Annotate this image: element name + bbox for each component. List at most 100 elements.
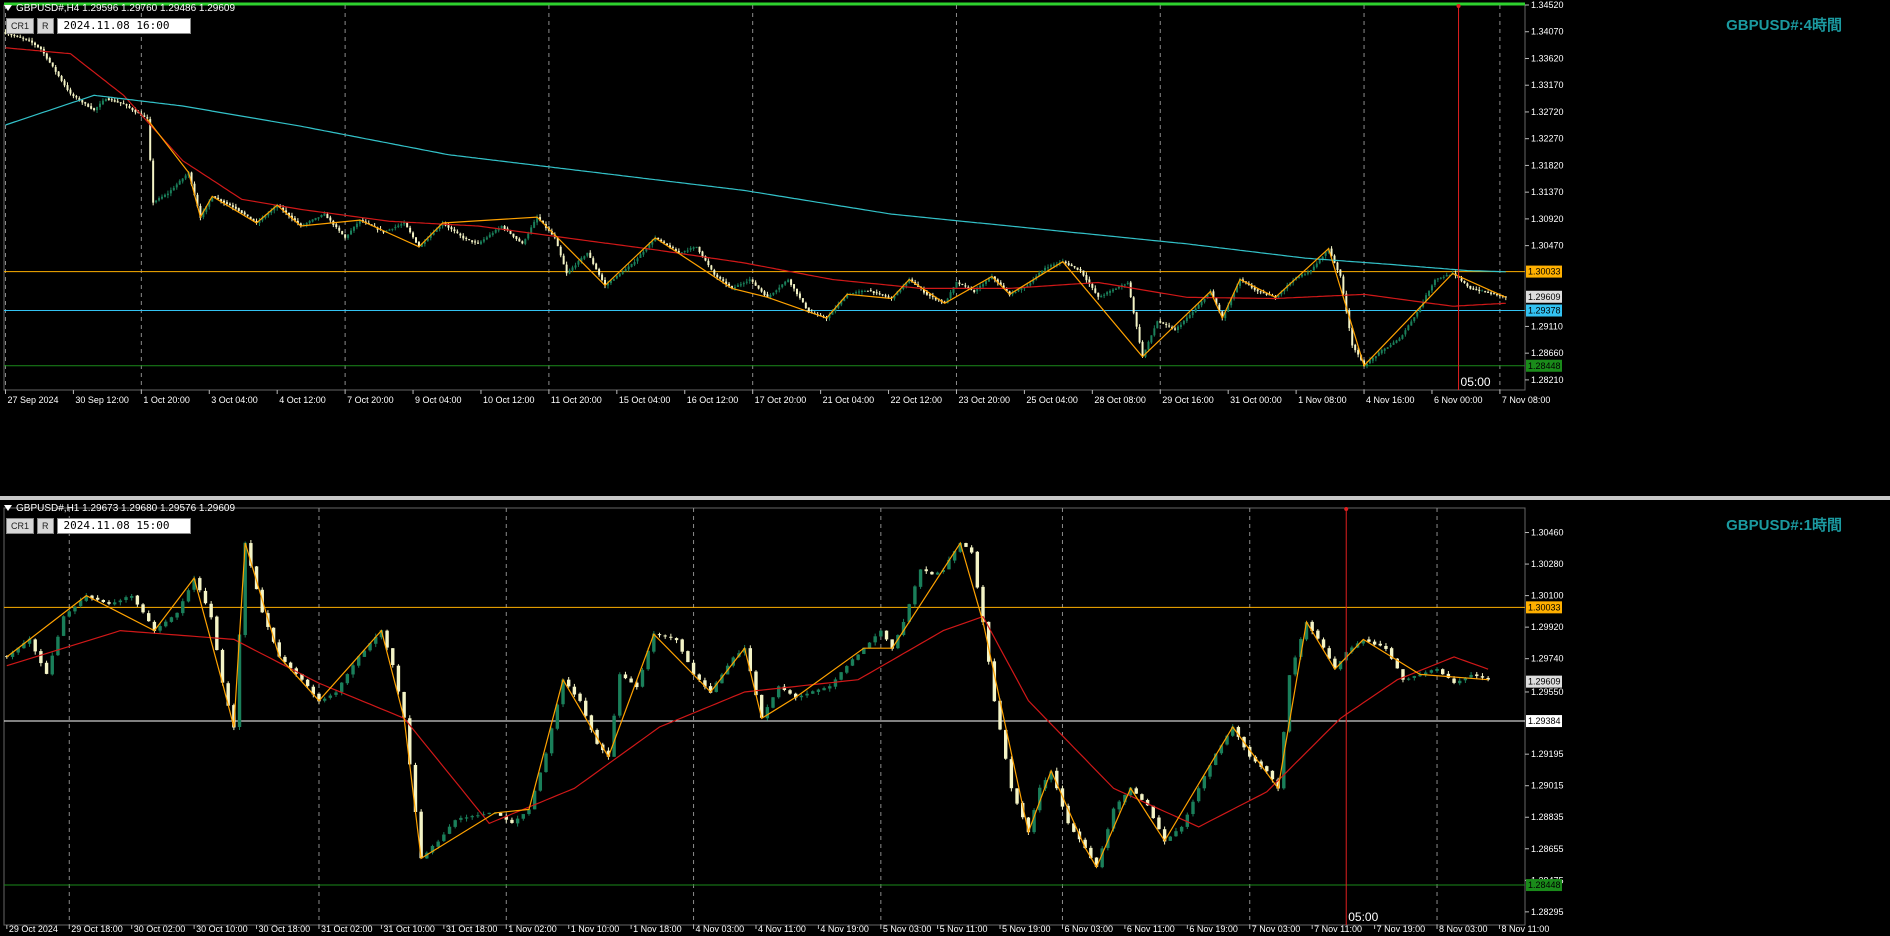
h4-candle-body xyxy=(524,239,527,244)
h4-candle-body xyxy=(1079,269,1082,271)
h4-candle-body xyxy=(636,258,639,262)
h4-candle-body xyxy=(1413,317,1416,322)
h1-cursor-dot xyxy=(1344,507,1349,511)
h4-candle-body xyxy=(775,290,778,293)
h1-cr1-button[interactable]: CR1 xyxy=(6,518,35,534)
h4-candle-body xyxy=(1475,289,1478,291)
h1-candle-body xyxy=(498,812,503,816)
h1-candle-body xyxy=(850,659,855,666)
h4-candle-body xyxy=(352,226,355,231)
h1-level-label: 1.30033 xyxy=(1528,602,1561,612)
h1-y-label: 1.28835 xyxy=(1531,812,1564,822)
h1-candle-body xyxy=(1367,639,1371,642)
h4-candle-body xyxy=(527,233,530,239)
h4-x-label: 21 Oct 04:00 xyxy=(823,395,875,405)
h4-price-label: 1.29609 xyxy=(1528,292,1561,302)
h4-candle-body xyxy=(465,237,468,239)
h4-candle-body xyxy=(234,206,237,209)
h4-x-label: 7 Oct 20:00 xyxy=(347,395,394,405)
h1-chart-canvas[interactable]: 29 Oct 2024 29 Oct 18:00 30 Oct 02:00 30 Oc… xyxy=(0,500,1890,936)
h1-candle-body xyxy=(345,674,350,684)
h1-candle-body xyxy=(515,818,520,824)
h1-candle-body xyxy=(385,630,389,648)
h4-candle-body xyxy=(1100,295,1103,298)
h4-candle-body xyxy=(344,234,347,238)
h1-x-label: 7 Nov 03:00 xyxy=(1252,924,1301,934)
h4-candle-body xyxy=(1150,335,1153,343)
h1-candle-body xyxy=(1157,817,1161,830)
collapse-triangle-icon[interactable] xyxy=(4,505,12,512)
h4-level-label: 1.28448 xyxy=(1528,361,1561,371)
h4-chart-canvas[interactable]: 27 Sep 2024 30 Sep 12:00 1 Oct 20:00 3 Oct … xyxy=(0,0,1890,496)
h4-candle-body xyxy=(778,287,781,290)
h4-x-label: 16 Oct 12:00 xyxy=(687,395,739,405)
h4-candle-body xyxy=(311,219,314,222)
h1-candle-body xyxy=(510,819,514,823)
h4-candle-body xyxy=(96,107,99,111)
h1-panel-title: GBPUSD#:1時間 xyxy=(1726,517,1842,534)
h4-candle-body xyxy=(90,106,93,109)
h1-level-label: 1.29384 xyxy=(1528,716,1561,726)
h4-candle-body xyxy=(1168,325,1171,327)
h1-candle-body xyxy=(799,695,804,698)
h4-candle-body xyxy=(1200,301,1203,306)
h1-date-box[interactable]: 2024.11.08 15:00 xyxy=(56,518,191,534)
h4-panel-title: GBPUSD#:4時間 xyxy=(1726,17,1842,34)
h1-candle-body xyxy=(612,715,616,757)
h4-candle-body xyxy=(722,279,725,281)
h4-candle-body xyxy=(784,281,787,285)
h1-candle-body xyxy=(828,686,832,689)
h4-candle-body xyxy=(178,180,181,185)
h1-candle-body xyxy=(686,651,690,663)
h4-candle-body xyxy=(875,292,878,294)
h4-cr1-button[interactable]: CR1 xyxy=(6,18,35,34)
h4-candle-body xyxy=(317,217,320,219)
h1-candle-body xyxy=(879,630,883,637)
h1-candle-body xyxy=(975,551,980,588)
h4-candle-body xyxy=(134,109,137,113)
h4-candle-body xyxy=(308,221,311,224)
h4-candle-body xyxy=(169,190,172,194)
h4-candle-body xyxy=(355,223,358,228)
h4-candle-body xyxy=(240,210,243,213)
h4-date-box[interactable]: 2024.11.08 16:00 xyxy=(56,18,191,34)
h4-candle-body xyxy=(574,265,577,268)
h4-x-label: 10 Oct 12:00 xyxy=(483,395,535,405)
h1-x-label: 30 Oct 10:00 xyxy=(196,924,248,934)
h4-candle-body xyxy=(45,53,48,59)
h4-candle-body xyxy=(175,184,178,188)
h4-candle-body xyxy=(474,241,477,243)
h4-candle-body xyxy=(692,247,695,249)
h4-candle-body xyxy=(13,34,16,36)
h4-r-button[interactable]: R xyxy=(37,18,54,34)
h4-candle-body xyxy=(1404,330,1407,335)
h1-r-button[interactable]: R xyxy=(37,518,54,534)
h4-x-label: 4 Oct 12:00 xyxy=(279,395,326,405)
h4-candle-body xyxy=(1478,289,1481,291)
h1-candle-body xyxy=(215,616,219,651)
h4-candle-body xyxy=(119,102,122,104)
h1-candle-body xyxy=(1406,678,1411,680)
collapse-triangle-icon[interactable] xyxy=(4,5,12,12)
h1-candle-body xyxy=(918,569,923,587)
h1-candle-body xyxy=(328,695,333,698)
h4-candle-body xyxy=(1109,290,1112,293)
h1-candle-body xyxy=(175,612,179,618)
h1-candle-body xyxy=(1191,801,1195,815)
h1-candle-body xyxy=(101,599,106,603)
h1-candle-body xyxy=(1202,776,1207,789)
h1-candle-body xyxy=(816,689,821,692)
h4-candle-body xyxy=(1114,288,1117,290)
h4-candle-body xyxy=(453,229,456,232)
panel-separator[interactable] xyxy=(0,496,1890,500)
h4-candle-body xyxy=(592,258,595,264)
h4-candle-body xyxy=(633,262,636,265)
h4-x-label: 22 Oct 12:00 xyxy=(891,395,943,405)
h4-candle-body xyxy=(515,236,518,239)
h4-candle-body xyxy=(1052,264,1055,266)
h4-candle-body xyxy=(1395,340,1398,343)
h1-candle-body xyxy=(788,690,792,694)
h4-candle-body xyxy=(1132,297,1135,313)
h4-candle-body xyxy=(760,288,763,292)
h4-candle-body xyxy=(48,57,51,63)
